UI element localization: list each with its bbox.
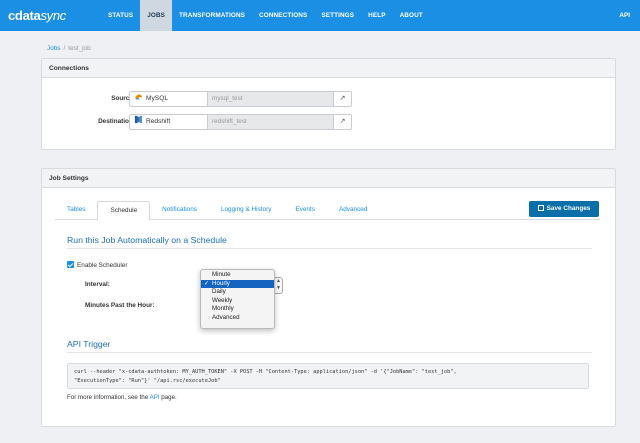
tab-tables[interactable]: Tables (55, 201, 97, 220)
source-connection-type[interactable]: MySQL (129, 91, 208, 107)
api-page-link[interactable]: API (150, 394, 160, 401)
interval-dropdown-menu[interactable]: Minute ✓ Hourly Daily Weekly Monthly Adva… (200, 269, 275, 329)
destination-connection-type[interactable]: Redshift (129, 114, 208, 130)
api-trigger-title: API Trigger (67, 339, 111, 349)
breadcrumb-separator: / (63, 45, 66, 52)
tab-schedule[interactable]: Schedule (97, 201, 151, 221)
source-row: Source: MySQL mysql_test ↗ (42, 91, 615, 107)
save-disk-icon (537, 204, 544, 211)
interval-option-advanced[interactable]: Advanced (201, 314, 274, 323)
destination-row: Destination: Redshift redshift_test ↗ (42, 114, 615, 130)
logo-text: cdata (8, 8, 41, 23)
api-code-line-2: "ExecutionType": "Run"}' "/api.rsc/execu… (74, 377, 221, 384)
destination-open-external-icon[interactable]: ↗ (334, 114, 352, 130)
enable-scheduler-row[interactable]: Enable Scheduler (67, 261, 127, 269)
interval-option-minute[interactable]: Minute (201, 271, 274, 280)
job-settings-panel-title: Job Settings (42, 169, 615, 188)
save-changes-button[interactable]: Save Changes (529, 201, 599, 217)
job-settings-tabs: Tables Schedule Notifications Logging & … (55, 201, 600, 221)
enable-scheduler-label: Enable Scheduler (77, 262, 128, 269)
nav-help[interactable]: HELP (361, 0, 392, 31)
connections-panel: Connections Source: MySQL mysql_test ↗ D… (41, 58, 616, 150)
nav-transformations[interactable]: TRANSFORMATIONS (172, 0, 252, 31)
api-info-prefix: For more information, see the (67, 394, 149, 401)
redshift-icon (134, 115, 143, 124)
nav-status[interactable]: STATUS (101, 0, 140, 31)
interval-option-daily[interactable]: Daily (201, 288, 274, 297)
destination-type-label: Redshift (146, 118, 171, 125)
enable-scheduler-checkbox[interactable] (67, 261, 74, 268)
interval-option-weekly[interactable]: Weekly (201, 297, 274, 306)
logo-suffix: sync (40, 8, 66, 23)
interval-option-hourly-label: Hourly (212, 279, 230, 287)
destination-connection-name: redshift_test (208, 114, 334, 130)
top-nav-bar: cdatasync STATUS JOBS TRANSFORMATIONS CO… (0, 0, 640, 31)
schedule-section-divider (67, 248, 592, 249)
nav-about[interactable]: ABOUT (393, 0, 430, 31)
nav-connections[interactable]: CONNECTIONS (252, 0, 314, 31)
breadcrumb-current: test_job (68, 45, 91, 52)
main-nav: STATUS JOBS TRANSFORMATIONS CONNECTIONS … (101, 0, 430, 31)
tab-logging-history[interactable]: Logging & History (209, 201, 283, 220)
source-open-external-icon[interactable]: ↗ (334, 91, 352, 107)
save-changes-label: Save Changes (546, 205, 591, 212)
nav-settings[interactable]: SETTINGS (314, 0, 361, 31)
connections-panel-title: Connections (42, 59, 615, 78)
checkmark-icon: ✓ (204, 280, 210, 287)
interval-select-arrows[interactable]: ▲ ▼ (275, 277, 283, 294)
job-settings-panel: Job Settings Tables Schedule Notificatio… (41, 168, 616, 427)
api-trigger-divider (67, 352, 592, 353)
tab-notifications[interactable]: Notifications (150, 201, 209, 220)
breadcrumb: Jobs / test_job (47, 45, 91, 52)
api-code-line-1: curl --header "x-cdata-authtoken: MY_AUT… (74, 369, 457, 375)
minutes-past-hour-label: Minutes Past the Hour: (85, 302, 155, 309)
api-trigger-code-block[interactable]: curl --header "x-cdata-authtoken: MY_AUT… (67, 363, 589, 389)
nav-api[interactable]: API (619, 0, 630, 31)
nav-jobs[interactable]: JOBS (140, 0, 173, 31)
schedule-section-title: Run this Job Automatically on a Schedule (67, 235, 227, 245)
interval-label: Interval: (85, 281, 110, 288)
source-connection-name: mysql_test (208, 91, 334, 107)
interval-option-hourly[interactable]: ✓ Hourly (201, 279, 274, 289)
api-info-text: For more information, see the API page. (67, 394, 177, 401)
cdata-sync-logo[interactable]: cdatasync (8, 8, 66, 23)
tab-events[interactable]: Events (283, 201, 327, 220)
breadcrumb-jobs-link[interactable]: Jobs (47, 45, 61, 52)
source-type-label: MySQL (146, 95, 168, 102)
mysql-dolphin-icon (134, 94, 143, 100)
tab-advanced[interactable]: Advanced (327, 201, 379, 220)
api-info-suffix: page. (161, 394, 177, 401)
interval-option-monthly[interactable]: Monthly (201, 305, 274, 314)
